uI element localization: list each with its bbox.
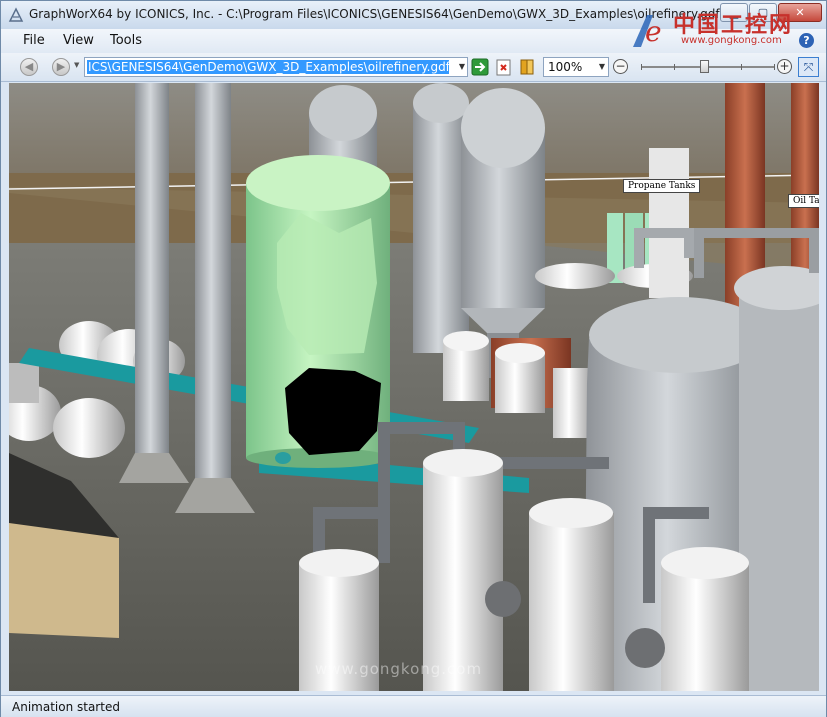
zoom-select[interactable]: 100% ▼ <box>543 57 609 77</box>
watermark-url: www.gongkong.com <box>681 35 782 46</box>
zoom-slider[interactable] <box>641 60 775 73</box>
address-dropdown-icon[interactable]: ▼ <box>459 62 465 71</box>
slider-tick <box>741 64 742 70</box>
menu-view[interactable]: View <box>63 33 94 48</box>
viewport-watermark: www.gongkong.com <box>315 660 483 678</box>
zoom-out-button[interactable]: − <box>613 59 628 74</box>
address-bar[interactable]: ICS\GENESIS64\GenDemo\GWX_3D_Examples\oi… <box>84 57 468 77</box>
back-button[interactable]: ◀ <box>20 58 38 76</box>
menu-file[interactable]: File <box>23 33 45 48</box>
forward-button[interactable]: ▶ <box>52 58 70 76</box>
oil-tanks-label[interactable]: Oil Ta <box>788 194 819 208</box>
zoom-dropdown-icon[interactable]: ▼ <box>599 62 605 71</box>
app-window: GraphWorX64 by ICONICS, Inc. - C:\Progra… <box>0 0 827 717</box>
favorites-icon[interactable] <box>518 58 536 76</box>
zoom-in-button[interactable]: + <box>777 59 792 74</box>
3d-scene-viewport[interactable]: Propane Tanks Oil Ta www.gongkong.com <box>9 83 819 691</box>
history-dropdown-icon[interactable]: ▼ <box>74 61 79 69</box>
slider-tick <box>641 64 642 70</box>
slider-tick <box>674 64 675 70</box>
svg-text:e: e <box>645 15 662 48</box>
status-text: Animation started <box>12 700 120 714</box>
green-tank <box>246 155 390 468</box>
address-input[interactable]: ICS\GENESIS64\GenDemo\GWX_3D_Examples\oi… <box>87 60 449 74</box>
back-arrow-icon: ◀ <box>24 60 34 73</box>
oil-refinery-scene <box>9 83 819 691</box>
menu-tools[interactable]: Tools <box>110 33 142 48</box>
toolbar: ◀ ▶ ▼ ICS\GENESIS64\GenDemo\GWX_3D_Examp… <box>1 53 826 82</box>
window-title: GraphWorX64 by ICONICS, Inc. - C:\Progra… <box>29 7 727 21</box>
status-bar: Animation started <box>1 695 826 717</box>
propane-tanks-label[interactable]: Propane Tanks <box>623 179 701 193</box>
zoom-slider-thumb[interactable] <box>700 60 709 73</box>
stop-icon[interactable] <box>495 58 513 76</box>
graphworx-app-icon <box>8 7 24 22</box>
slider-tick <box>774 64 775 70</box>
fit-to-window-icon[interactable]: ⤧ <box>798 57 819 77</box>
gongkong-logo-icon: e <box>633 15 662 48</box>
forward-arrow-icon: ▶ <box>56 60 66 73</box>
site-watermark: e 中国工控网 www.gongkong.com <box>629 9 821 55</box>
zoom-value: 100% <box>548 60 583 74</box>
go-arrow-icon[interactable] <box>471 58 489 76</box>
